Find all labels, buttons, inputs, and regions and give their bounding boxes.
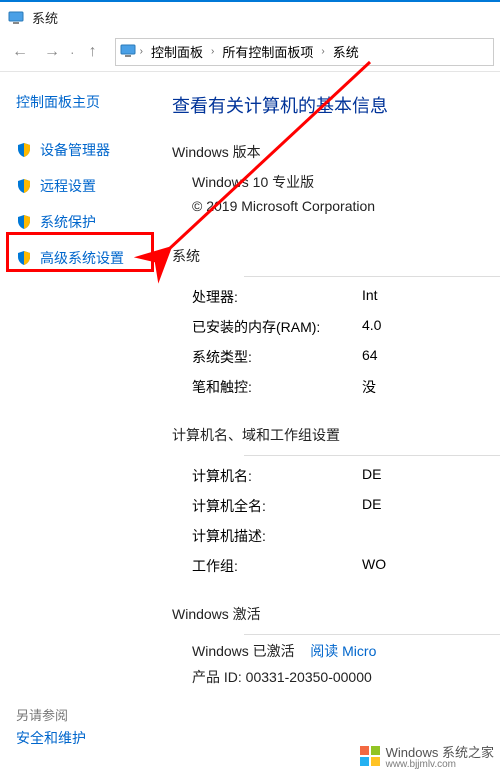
title-bar: 系统 — [0, 0, 500, 32]
shield-icon — [16, 250, 32, 266]
value-product-id: 00331-20350-00000 — [246, 669, 372, 685]
sidebar-item-advanced-system-settings[interactable]: 高级系统设置 — [16, 248, 160, 268]
sidebar-item-label: 系统保护 — [40, 212, 96, 232]
row-ram: 已安装的内存(RAM): 4.0 — [192, 317, 500, 337]
label-workgroup: 工作组: — [192, 556, 362, 576]
sidebar-item-device-manager[interactable]: 设备管理器 — [16, 140, 160, 160]
windows-edition-value: Windows 10 专业版 — [192, 172, 500, 192]
sidebar-item-system-protection[interactable]: 系统保护 — [16, 212, 160, 232]
row-computer-name: 计算机名: DE — [192, 466, 500, 486]
see-also-heading: 另请参阅 — [16, 705, 68, 724]
section-system: 系统 — [172, 246, 500, 266]
watermark: Windows 系统之家 www.bjjmlv.com — [360, 742, 494, 770]
forward-button[interactable]: → — [38, 38, 66, 66]
breadcrumb-item[interactable]: 系统 — [329, 42, 363, 61]
breadcrumb-item[interactable]: 控制面板 — [147, 42, 207, 61]
value-pen-touch: 没 — [362, 377, 376, 397]
value-processor: Int — [362, 287, 378, 307]
sidebar-item-remote-settings[interactable]: 远程设置 — [16, 176, 160, 196]
chevron-right-icon: › — [140, 46, 143, 57]
label-processor: 处理器: — [192, 287, 362, 307]
control-panel-icon — [120, 42, 136, 61]
activation-status: Windows 已激活 — [192, 643, 295, 659]
row-pen-touch: 笔和触控: 没 — [192, 377, 500, 397]
value-ram: 4.0 — [362, 317, 381, 337]
label-full-computer-name: 计算机全名: — [192, 496, 362, 516]
label-pen-touch: 笔和触控: — [192, 377, 362, 397]
section-divider — [244, 455, 500, 456]
copyright-text: © 2019 Microsoft Corporation — [192, 198, 500, 214]
chevron-right-icon: › — [211, 46, 214, 57]
system-icon — [8, 9, 24, 25]
shield-icon — [16, 214, 32, 230]
sidebar-item-label: 远程设置 — [40, 176, 96, 196]
sidebar-item-label: 高级系统设置 — [40, 248, 124, 268]
control-panel-home-link[interactable]: 控制面板主页 — [16, 92, 160, 112]
row-full-computer-name: 计算机全名: DE — [192, 496, 500, 516]
activation-row: Windows 已激活 阅读 Micro — [192, 641, 500, 661]
page-title: 查看有关计算机的基本信息 — [172, 92, 500, 118]
up-button[interactable]: ↑ — [79, 38, 107, 66]
sidebar: 控制面板主页 设备管理器 远程设置 系统保护 高级系统设置 — [0, 72, 160, 776]
shield-icon — [16, 178, 32, 194]
breadcrumb-item[interactable]: 所有控制面板项 — [218, 42, 317, 61]
sidebar-item-label: 设备管理器 — [40, 140, 110, 160]
label-product-id: 产品 ID: — [192, 669, 242, 685]
windows-logo-icon — [360, 746, 380, 766]
row-processor: 处理器: Int — [192, 287, 500, 307]
section-activation: Windows 激活 — [172, 604, 500, 624]
label-ram: 已安装的内存(RAM): — [192, 317, 362, 337]
watermark-text: Windows 系统之家 www.bjjmlv.com — [386, 742, 494, 770]
activation-link[interactable]: 阅读 Micro — [310, 643, 376, 659]
shield-icon — [16, 142, 32, 158]
value-computer-name: DE — [362, 466, 381, 486]
chevron-right-icon: › — [321, 46, 324, 57]
value-system-type: 64 — [362, 347, 378, 367]
nav-bar: ← → · ↑ › 控制面板 › 所有控制面板项 › 系统 — [0, 32, 500, 72]
row-system-type: 系统类型: 64 — [192, 347, 500, 367]
row-workgroup: 工作组: WO — [192, 556, 500, 576]
section-windows-edition: Windows 版本 — [172, 142, 500, 162]
value-full-computer-name: DE — [362, 496, 381, 516]
value-workgroup: WO — [362, 556, 386, 576]
nav-separator: · — [70, 44, 75, 60]
address-bar[interactable]: › 控制面板 › 所有控制面板项 › 系统 — [115, 38, 494, 66]
label-computer-description: 计算机描述: — [192, 526, 362, 546]
main-content: 查看有关计算机的基本信息 Windows 版本 Windows 10 专业版 ©… — [160, 72, 500, 776]
window-title: 系统 — [32, 8, 58, 27]
label-system-type: 系统类型: — [192, 347, 362, 367]
row-computer-description: 计算机描述: — [192, 526, 500, 546]
label-computer-name: 计算机名: — [192, 466, 362, 486]
section-divider — [244, 634, 500, 635]
section-computer-name-domain: 计算机名、域和工作组设置 — [172, 425, 500, 445]
back-button[interactable]: ← — [6, 38, 34, 66]
product-id-row: 产品 ID: 00331-20350-00000 — [192, 667, 500, 687]
see-also-link-security[interactable]: 安全和维护 — [16, 728, 86, 748]
section-divider — [244, 276, 500, 277]
